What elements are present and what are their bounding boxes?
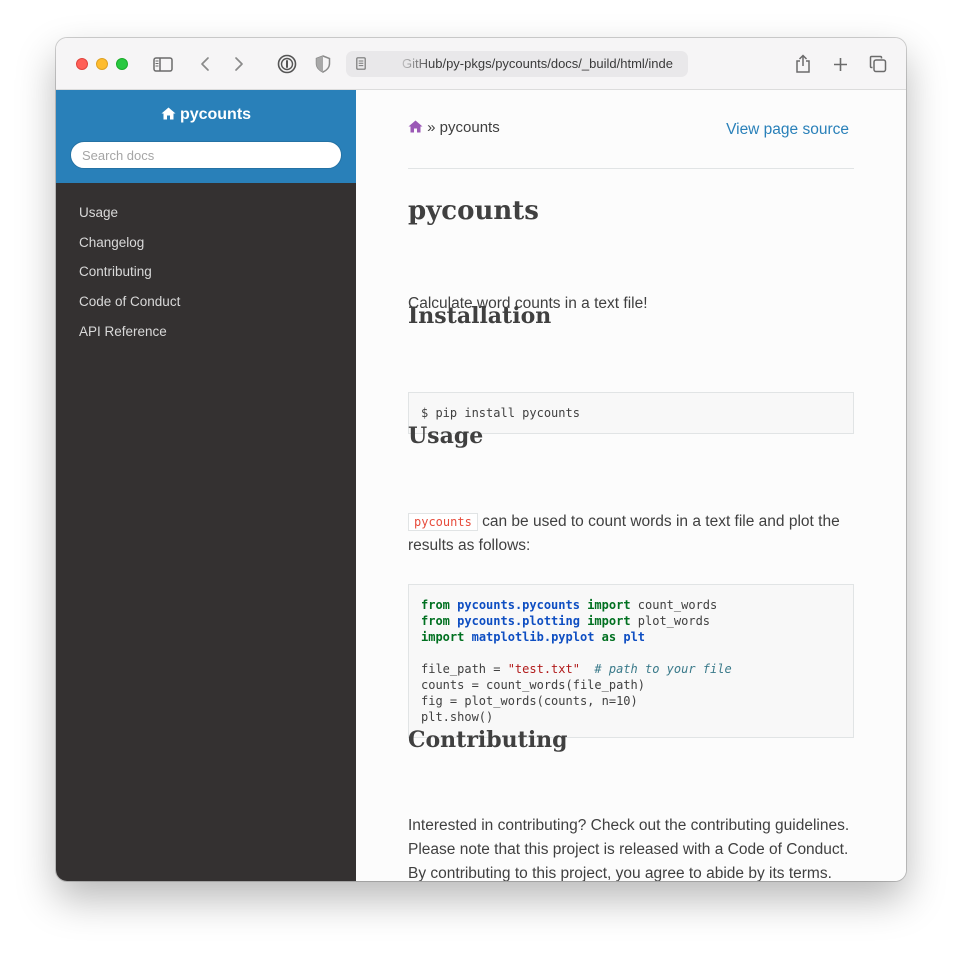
url-text: GitHub/py-pkgs/pycounts/docs/_build/html…	[402, 56, 673, 71]
browser-window: GitHub/py-pkgs/pycounts/docs/_build/html…	[56, 38, 906, 881]
usage-heading: Usage	[408, 423, 484, 449]
home-icon[interactable]	[408, 120, 423, 133]
project-home-link[interactable]: pycounts	[56, 106, 356, 124]
sidebar-toggle-icon[interactable]	[152, 51, 174, 77]
view-page-source-link[interactable]: View page source	[726, 121, 849, 139]
password-manager-icon[interactable]	[276, 51, 298, 77]
project-name: pycounts	[179, 106, 252, 123]
sidebar-item-code-of-conduct[interactable]: Code of Conduct	[56, 287, 356, 317]
close-window-button[interactable]	[76, 58, 88, 70]
minimize-window-button[interactable]	[96, 58, 108, 70]
page-title: pycounts	[408, 196, 539, 226]
back-icon[interactable]	[196, 51, 214, 77]
usage-code: from pycounts.pycounts import count_word…	[421, 598, 732, 724]
docs-content: » pycounts View page source pycounts Cal…	[356, 90, 906, 881]
tab-overview-icon[interactable]	[867, 51, 889, 77]
inline-code-pycounts: pycounts	[408, 513, 478, 531]
forward-icon[interactable]	[230, 51, 248, 77]
zoom-window-button[interactable]	[116, 58, 128, 70]
url-fade	[374, 51, 434, 77]
sidebar-item-contributing[interactable]: Contributing	[56, 257, 356, 287]
contributing-text: Interested in contributing? Check out th…	[408, 817, 850, 881]
sidebar-item-changelog[interactable]: Changelog	[56, 228, 356, 258]
installation-heading: Installation	[408, 303, 552, 329]
shield-icon[interactable]	[313, 51, 333, 77]
page-icon	[356, 57, 366, 75]
search-docs-input[interactable]	[70, 141, 342, 169]
sidebar-nav: Usage Changelog Contributing Code of Con…	[56, 198, 356, 346]
share-icon[interactable]	[793, 51, 813, 77]
contributing-heading: Contributing	[408, 727, 568, 753]
home-icon	[161, 107, 176, 120]
new-tab-icon[interactable]	[830, 51, 850, 77]
breadcrumb-current: » pycounts	[427, 119, 500, 136]
sidebar-header: pycounts	[56, 90, 356, 183]
browser-toolbar: GitHub/py-pkgs/pycounts/docs/_build/html…	[56, 38, 906, 90]
header-divider	[408, 168, 854, 169]
sidebar-item-usage[interactable]: Usage	[56, 198, 356, 228]
address-bar[interactable]: GitHub/py-pkgs/pycounts/docs/_build/html…	[346, 51, 688, 77]
breadcrumb: » pycounts	[408, 119, 500, 136]
sidebar-item-api-reference[interactable]: API Reference	[56, 317, 356, 347]
install-command: $ pip install pycounts	[421, 406, 580, 420]
usage-text: pycounts can be used to count words in a…	[408, 510, 854, 558]
docs-sidebar: pycounts Usage Changelog Contributing Co…	[56, 90, 356, 881]
usage-code-block: from pycounts.pycounts import count_word…	[408, 584, 854, 738]
